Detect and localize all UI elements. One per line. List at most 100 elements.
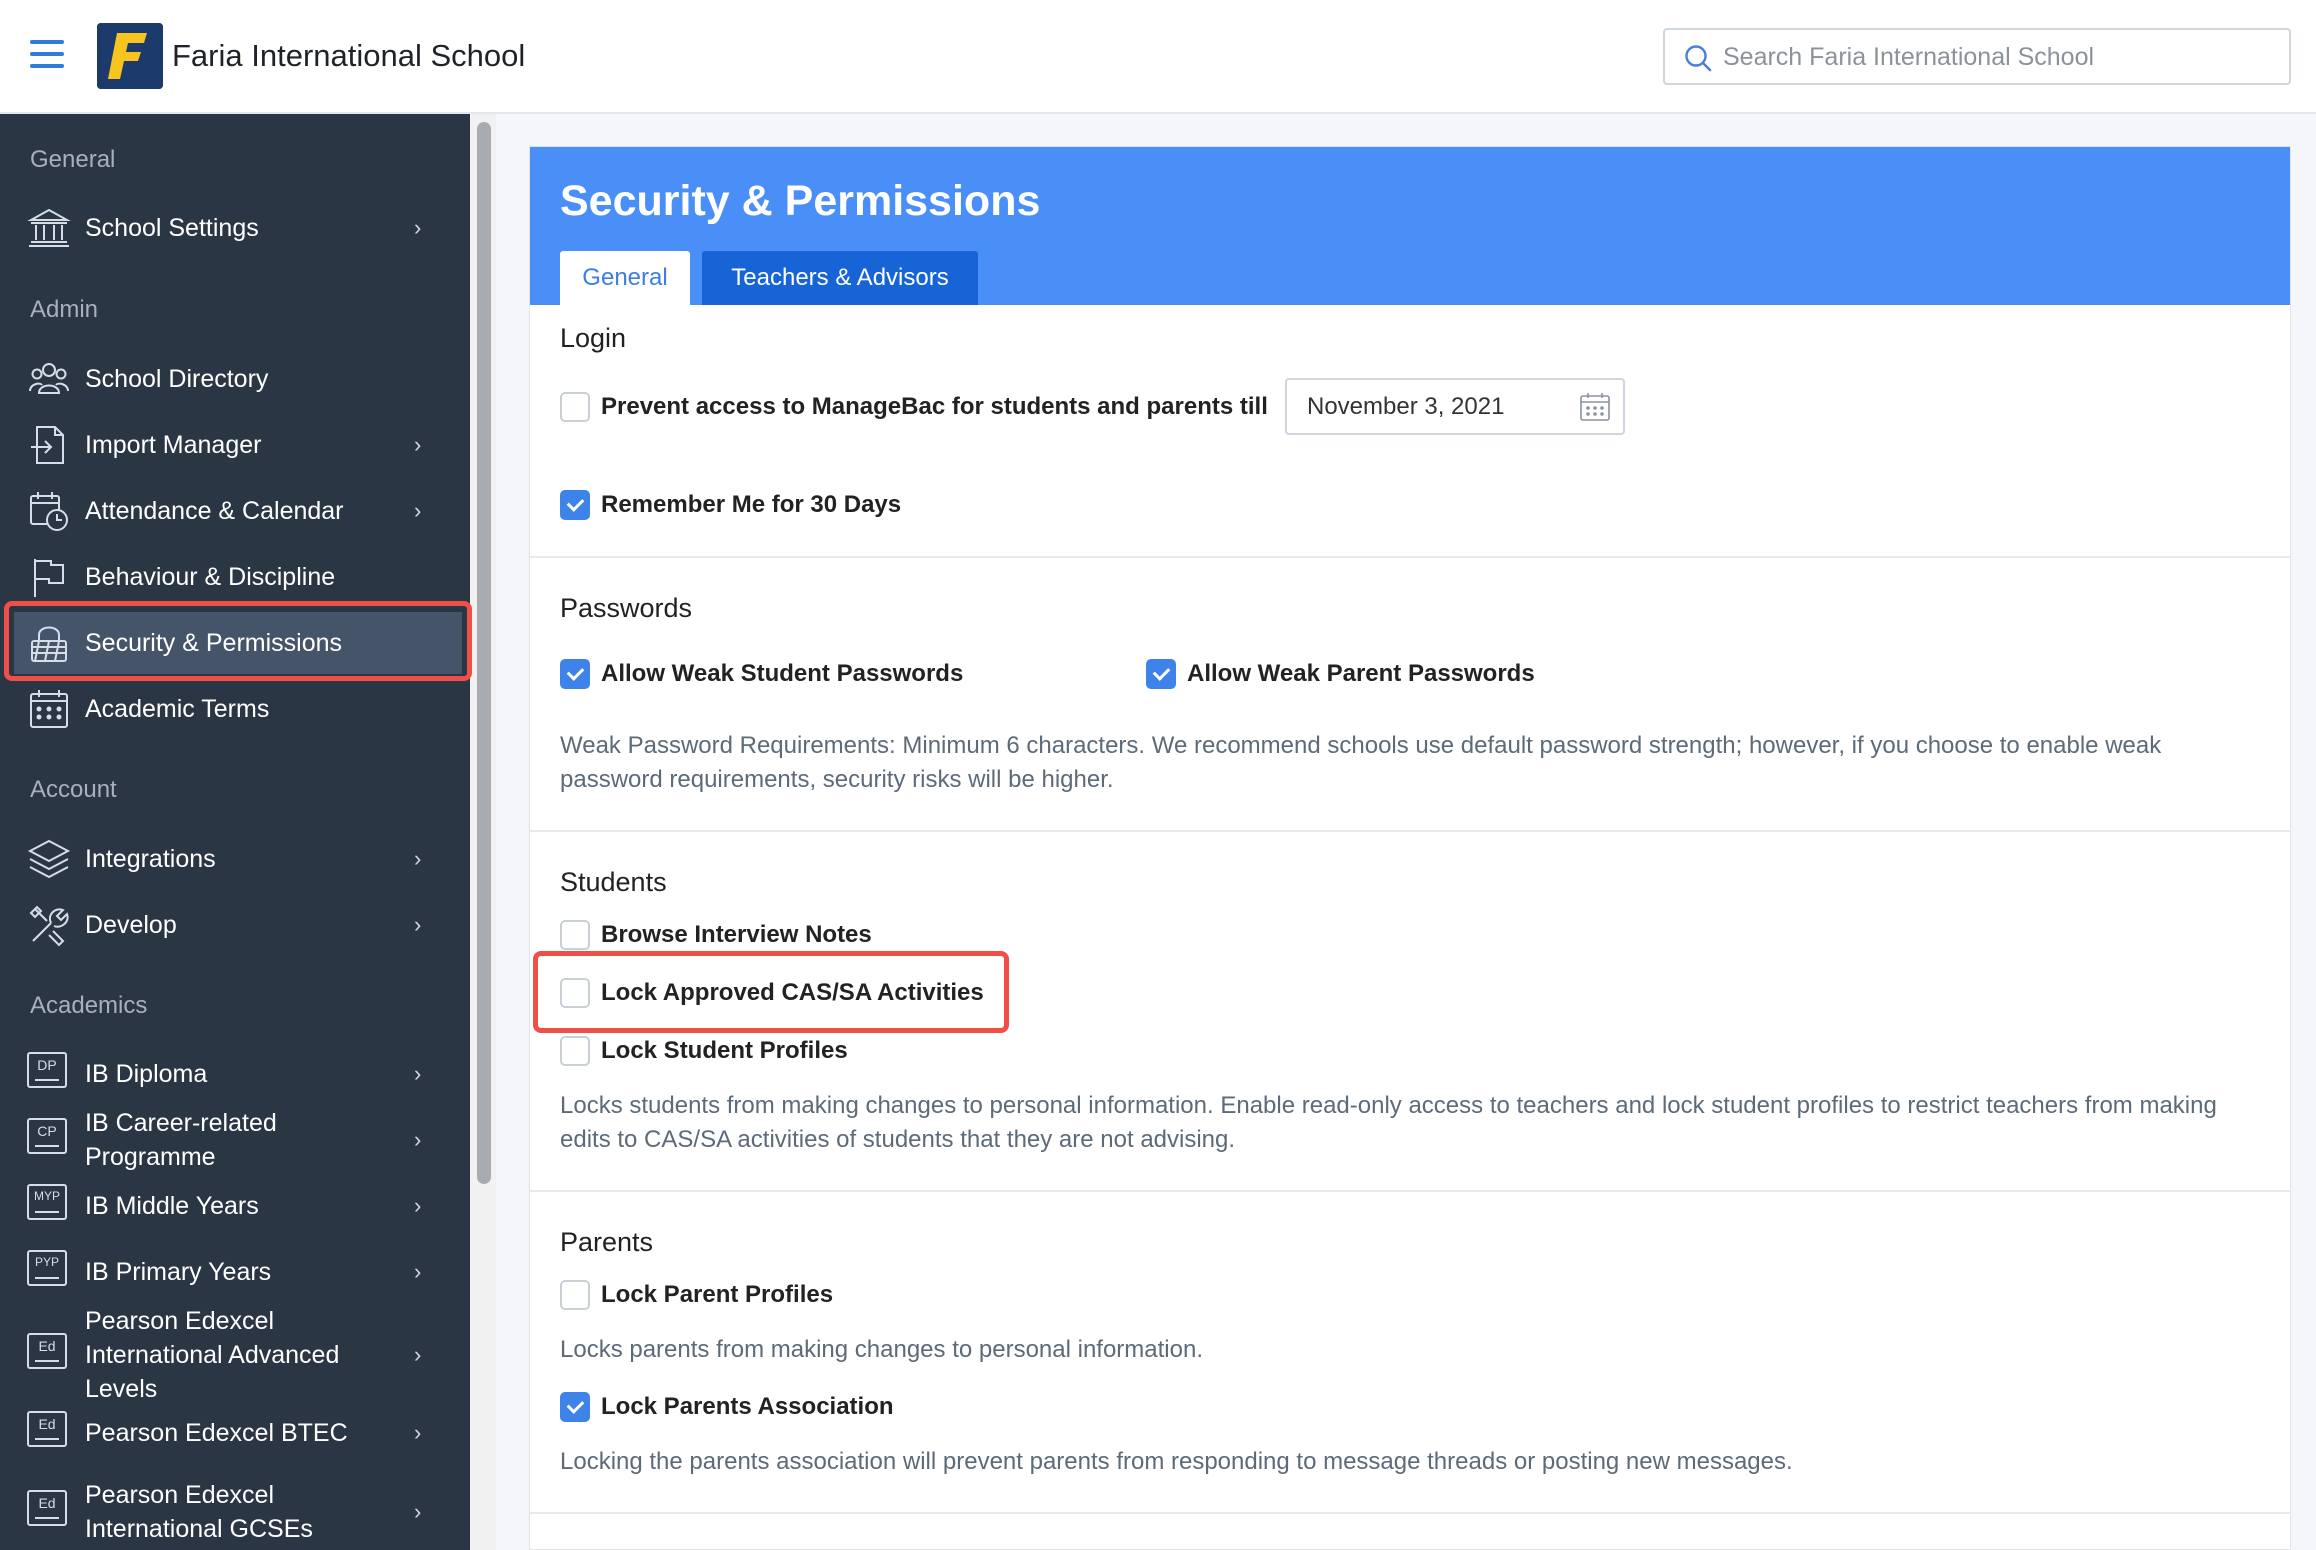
sidebar-item-academic-terms[interactable]: Academic Terms [14, 678, 462, 740]
lock-student-profiles-checkbox[interactable] [560, 1036, 590, 1066]
remember-me-option[interactable]: Remember Me for 30 Days [560, 490, 901, 520]
sidebar-item-security-permissions[interactable]: Security & Permissions [14, 612, 462, 674]
sidebar-item-school-settings[interactable]: School Settings › [14, 197, 462, 259]
hamburger-menu-icon[interactable] [30, 40, 64, 70]
sidebar-scrollbar-thumb[interactable] [477, 122, 491, 1184]
section-title-students: Students [560, 867, 667, 897]
weak-parent-passwords-checkbox[interactable] [1146, 659, 1176, 689]
lock-parents-association-checkbox[interactable] [560, 1392, 590, 1422]
tab-general[interactable]: General [560, 251, 690, 305]
dp-badge-icon: DP [27, 1052, 71, 1096]
chevron-right-icon: › [414, 432, 422, 457]
sidebar-item-label: Integrations [85, 845, 216, 873]
weak-student-passwords-checkbox[interactable] [560, 659, 590, 689]
search-box[interactable] [1663, 28, 2291, 85]
divider [530, 556, 2290, 558]
lock-parents-association-label: Lock Parents Association [601, 1393, 894, 1420]
settings-card: Security & Permissions General Teachers … [529, 146, 2291, 1550]
school-name[interactable]: Faria International School [172, 38, 525, 74]
top-bar: Faria International School [0, 0, 2316, 114]
layers-icon [27, 837, 71, 881]
lock-cas-activities-checkbox[interactable] [560, 978, 590, 1008]
weak-password-help-text: Weak Password Requirements: Minimum 6 ch… [560, 732, 2162, 793]
sidebar-item-school-directory[interactable]: School Directory [14, 348, 462, 410]
sidebar-item-pearson-igcse[interactable]: Ed Pearson Edexcel International GCSEs › [14, 1474, 462, 1550]
tab-teachers-advisors[interactable]: Teachers & Advisors [702, 251, 978, 305]
sidebar-item-label: Academic Terms [85, 695, 270, 723]
sidebar-item-label: Attendance & Calendar [85, 497, 344, 525]
card-header: Security & Permissions General Teachers … [530, 147, 2290, 305]
sidebar-item-develop[interactable]: Develop › [14, 894, 462, 956]
sidebar-item-pearson-ial[interactable]: Ed Pearson Edexcel International Advance… [14, 1307, 462, 1403]
cp-badge-icon: CP [27, 1118, 71, 1162]
sidebar-item-label: Security & Permissions [85, 629, 343, 657]
sidebar-item-label: School Settings [85, 214, 259, 242]
lock-parents-association-option[interactable]: Lock Parents Association [560, 1392, 894, 1422]
search-input[interactable] [1723, 38, 2273, 76]
sidebar-item-behaviour-discipline[interactable]: Behaviour & Discipline [14, 546, 462, 608]
weak-parent-passwords-option[interactable]: Allow Weak Parent Passwords [1146, 659, 1535, 689]
sidebar-item-label: Pearson Edexcel International Advanced L… [85, 1307, 340, 1403]
browse-interview-notes-option[interactable]: Browse Interview Notes [560, 920, 872, 950]
sidebar-item-attendance-calendar[interactable]: Attendance & Calendar › [14, 480, 462, 542]
lock-parents-association-help-text: Locking the parents association will pre… [560, 1448, 1793, 1475]
lock-parent-profiles-option[interactable]: Lock Parent Profiles [560, 1280, 833, 1310]
lock-parent-profiles-checkbox[interactable] [560, 1280, 590, 1310]
sidebar-item-import-manager[interactable]: Import Manager › [14, 414, 462, 476]
prevent-access-label: Prevent access to ManageBac for students… [601, 393, 1268, 420]
sidebar-section-academics: Academics [30, 992, 148, 1019]
calendar-icon [27, 687, 71, 731]
sidebar-item-label: Behaviour & Discipline [85, 563, 336, 591]
bank-icon [27, 206, 71, 250]
sidebar-item-ib-middle-years[interactable]: MYP IB Middle Years › [14, 1175, 462, 1237]
divider [530, 1512, 2290, 1514]
tools-icon [27, 903, 71, 947]
sidebar-item-integrations[interactable]: Integrations › [14, 828, 462, 890]
weak-parent-passwords-label: Allow Weak Parent Passwords [1187, 660, 1535, 687]
weak-student-passwords-option[interactable]: Allow Weak Student Passwords [560, 659, 963, 689]
flag-icon [27, 555, 71, 599]
browse-interview-notes-checkbox[interactable] [560, 920, 590, 950]
sidebar-item-label: School Directory [85, 365, 269, 393]
sidebar-item-label: IB Career-related Programme [85, 1109, 277, 1171]
date-value: November 3, 2021 [1307, 392, 1505, 420]
sidebar-section-general: General [30, 146, 116, 173]
chevron-right-icon: › [414, 1193, 422, 1218]
section-title-passwords: Passwords [560, 593, 693, 623]
chevron-right-icon: › [414, 912, 422, 937]
prevent-access-checkbox[interactable] [560, 392, 590, 422]
lock-cas-activities-option[interactable]: Lock Approved CAS/SA Activities [560, 978, 984, 1008]
ed-badge-icon: Ed [27, 1333, 71, 1377]
chevron-right-icon: › [414, 1061, 422, 1086]
sidebar-section-account: Account [30, 776, 117, 803]
lock-student-profiles-label: Lock Student Profiles [601, 1037, 848, 1064]
chevron-right-icon: › [414, 498, 422, 523]
divider [530, 830, 2290, 832]
sidebar-item-pearson-btec[interactable]: Ed Pearson Edexcel BTEC › [14, 1402, 462, 1464]
sidebar-item-ib-career-related[interactable]: CP IB Career-related Programme › [14, 1109, 462, 1171]
lock-icon [27, 621, 71, 665]
chevron-right-icon: › [414, 215, 422, 240]
sidebar-item-label: IB Primary Years [85, 1258, 272, 1286]
sidebar-item-ib-diploma[interactable]: DP IB Diploma › [14, 1043, 462, 1105]
users-icon [27, 357, 71, 401]
sidebar-item-label: Develop [85, 911, 177, 939]
calendar-picker-icon[interactable] [1579, 391, 1611, 423]
sidebar-item-ib-primary-years[interactable]: PYP IB Primary Years › [14, 1241, 462, 1303]
lock-parent-profiles-help-text: Locks parents from making changes to per… [560, 1336, 1203, 1363]
chevron-right-icon: › [414, 1499, 422, 1524]
browse-interview-notes-label: Browse Interview Notes [601, 921, 872, 948]
remember-me-checkbox[interactable] [560, 490, 590, 520]
students-help-text: Locks students from making changes to pe… [560, 1092, 2217, 1153]
prevent-access-option[interactable]: Prevent access to ManageBac for students… [560, 392, 1268, 422]
ed-badge-icon: Ed [27, 1490, 71, 1534]
chevron-right-icon: › [414, 1342, 422, 1367]
sidebar-item-label: IB Diploma [85, 1060, 208, 1088]
school-logo[interactable] [97, 23, 163, 89]
lock-student-profiles-option[interactable]: Lock Student Profiles [560, 1036, 848, 1066]
chevron-right-icon: › [414, 1127, 422, 1152]
prevent-access-date-field[interactable]: November 3, 2021 [1285, 378, 1625, 435]
pyp-badge-icon: PYP [27, 1250, 71, 1294]
calendar-clock-icon [27, 489, 71, 533]
sidebar-item-label: Pearson Edexcel International GCSEs [85, 1481, 313, 1543]
